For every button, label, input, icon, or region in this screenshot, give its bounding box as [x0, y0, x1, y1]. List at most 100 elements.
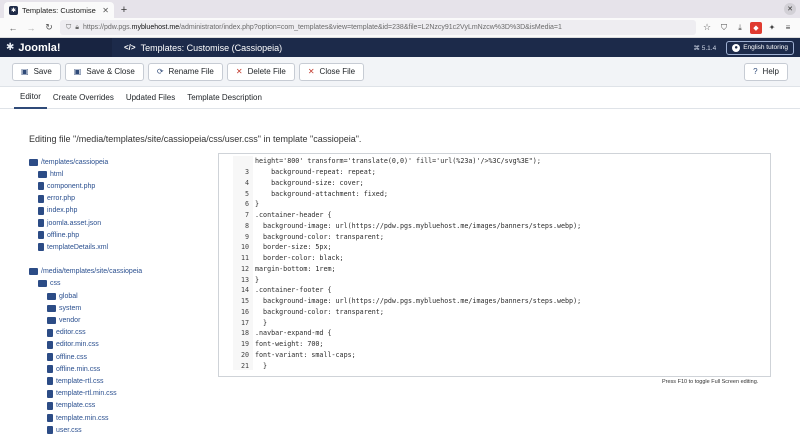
back-icon[interactable]: ←	[6, 21, 20, 35]
tree-file[interactable]: joomla.asset.json	[29, 217, 209, 229]
code-text: }	[255, 361, 268, 370]
file-icon	[47, 365, 53, 374]
tree-item-label: template-rtl.min.css	[56, 390, 117, 398]
code-line[interactable]: 11 border-color: black;	[233, 252, 769, 264]
tree-folder[interactable]: vendor	[29, 314, 209, 326]
tree-folder[interactable]: css	[29, 278, 209, 290]
save-button[interactable]: ▣ Save	[12, 62, 61, 81]
tree-file[interactable]: template-rtl.css	[29, 375, 209, 387]
tree-item-label: vendor	[59, 317, 81, 325]
code-line[interactable]: 5 background-attachment: fixed;	[233, 188, 769, 199]
code-line[interactable]: 12 margin-bottom: 1rem;	[233, 263, 769, 275]
bookmark-star-icon[interactable]: ☆	[700, 21, 714, 35]
tree-folder[interactable]: /templates/cassiopeia	[29, 156, 209, 168]
folder-icon	[38, 170, 47, 178]
code-text: }	[255, 275, 260, 284]
tree-item-label: global	[59, 292, 78, 300]
line-number: 6	[233, 199, 253, 210]
code-line[interactable]: 15 background-image: url(https://pdw.pgs…	[233, 295, 769, 307]
code-text: font-weight: 700;	[255, 340, 324, 349]
tree-file[interactable]: error.php	[29, 193, 209, 205]
line-number: 20	[233, 349, 253, 361]
tree-folder[interactable]: system	[29, 302, 209, 314]
close-file-button[interactable]: ✕ Close File	[298, 62, 365, 81]
code-line[interactable]: 3 background-repeat: repeat;	[233, 166, 769, 178]
tab-editor[interactable]: Editor	[14, 87, 47, 109]
pocket-icon[interactable]: ⛉	[718, 22, 730, 34]
code-line[interactable]: 13}	[233, 274, 769, 285]
tree-file[interactable]: templateDetails.xml	[29, 241, 209, 253]
code-line[interactable]: 14 .container-footer {	[233, 285, 769, 296]
code-editor[interactable]: height='800' transform='translate(0,0)' …	[218, 153, 771, 377]
tree-file[interactable]: index.php	[29, 205, 209, 217]
tree-folder[interactable]: global	[29, 290, 209, 302]
reload-icon[interactable]: ↻	[42, 21, 56, 35]
code-line[interactable]: 16 background-color: transparent;	[233, 306, 769, 318]
file-icon	[47, 414, 53, 423]
code-line[interactable]: height='800' transform='translate(0,0)' …	[233, 156, 769, 167]
browser-tab[interactable]: ✱ Templates: Customise (C ✕	[4, 2, 114, 18]
tree-file[interactable]: template-rtl.min.css	[29, 388, 209, 400]
code-line[interactable]: 18 .navbar-expand-md {	[233, 328, 769, 339]
code-line[interactable]: 17 }	[233, 317, 769, 328]
tree-file[interactable]: offline.php	[29, 229, 209, 241]
tree-file[interactable]: editor.min.css	[29, 339, 209, 351]
rename-file-button[interactable]: ⟳ Rename File	[147, 62, 223, 81]
menu-icon[interactable]: ≡	[782, 22, 794, 34]
tree-item-label: user.css	[56, 426, 82, 434]
tree-folder[interactable]: /media/templates/site/cassiopeia	[29, 266, 209, 278]
code-content[interactable]: height='800' transform='translate(0,0)' …	[233, 156, 769, 370]
tab-updated-files[interactable]: Updated Files	[120, 87, 181, 109]
tree-file[interactable]: template.css	[29, 400, 209, 412]
line-number: 17	[233, 317, 253, 328]
address-bar[interactable]: ⛉ 🔒︎ https://pdw.pgs.mybluehost.me/admin…	[60, 20, 696, 35]
code-line[interactable]: 6}	[233, 199, 769, 210]
tree-item-label: template.css	[56, 402, 96, 410]
code-line[interactable]: 19 font-weight: 700;	[233, 338, 769, 350]
tree-file[interactable]: template.min.css	[29, 412, 209, 424]
tab-create-overrides[interactable]: Create Overrides	[47, 87, 120, 109]
times-icon: ✕	[307, 67, 315, 76]
line-number: 19	[233, 338, 253, 350]
rename-label: Rename File	[168, 67, 214, 76]
new-tab-icon[interactable]: +	[116, 2, 132, 18]
tab-template-description[interactable]: Template Description	[181, 87, 268, 109]
save-close-button[interactable]: ▣ Save & Close	[64, 62, 144, 81]
code-text: height='800' transform='translate(0,0)' …	[255, 157, 541, 166]
code-line[interactable]: 10 border-size: 5px;	[233, 242, 769, 253]
shield-icon: ⛉	[66, 23, 72, 31]
joomla-logo[interactable]: ✱ Joomla!	[0, 38, 112, 57]
downloads-icon[interactable]: ⤓	[734, 22, 746, 34]
tree-file[interactable]: editor.css	[29, 327, 209, 339]
extensions-puzzle-icon[interactable]: ✦	[766, 22, 778, 34]
english-tutoring-button[interactable]: ● English tutoring	[726, 40, 794, 55]
window-close-icon[interactable]: ✕	[784, 3, 796, 15]
extension-icon[interactable]: ◆	[750, 21, 762, 34]
times-icon: ✕	[235, 67, 243, 76]
code-line[interactable]: 7 .container-header {	[233, 209, 769, 221]
code-text: margin-bottom: 1rem;	[255, 264, 336, 273]
tree-file[interactable]: offline.min.css	[29, 363, 209, 375]
code-line[interactable]: 4 background-size: cover;	[233, 177, 769, 189]
tree-item-label: offline.php	[47, 231, 80, 239]
browser-tab-bar: ✱ Templates: Customise (C ✕ +	[0, 0, 800, 18]
line-number: 21	[233, 360, 253, 370]
close-tab-icon[interactable]: ✕	[102, 6, 109, 15]
line-number: 7	[233, 209, 253, 221]
tree-file[interactable]: offline.css	[29, 351, 209, 363]
code-line[interactable]: 8 background-image: url(https://pdw.pgs.…	[233, 220, 769, 232]
code-text: font-variant: small-caps;	[255, 350, 356, 359]
code-text: background-color: transparent;	[255, 307, 384, 316]
delete-file-button[interactable]: ✕ Delete File	[226, 62, 295, 81]
code-line[interactable]: 9 background-color: transparent;	[233, 231, 769, 242]
tree-folder[interactable]: html	[29, 168, 209, 180]
tree-file[interactable]: user.css	[29, 424, 209, 436]
forward-icon[interactable]: →	[24, 21, 38, 35]
tree-file[interactable]: component.php	[29, 180, 209, 192]
code-text: background-attachment: fixed;	[255, 189, 388, 198]
help-button[interactable]: ? Help	[744, 62, 788, 81]
code-line[interactable]: 21 }	[233, 360, 769, 370]
code-line[interactable]: 20 font-variant: small-caps;	[233, 349, 769, 361]
page-tabs: Editor Create Overrides Updated Files Te…	[0, 87, 800, 109]
code-text: background-image: url(https://pdw.pgs.my…	[255, 297, 582, 306]
